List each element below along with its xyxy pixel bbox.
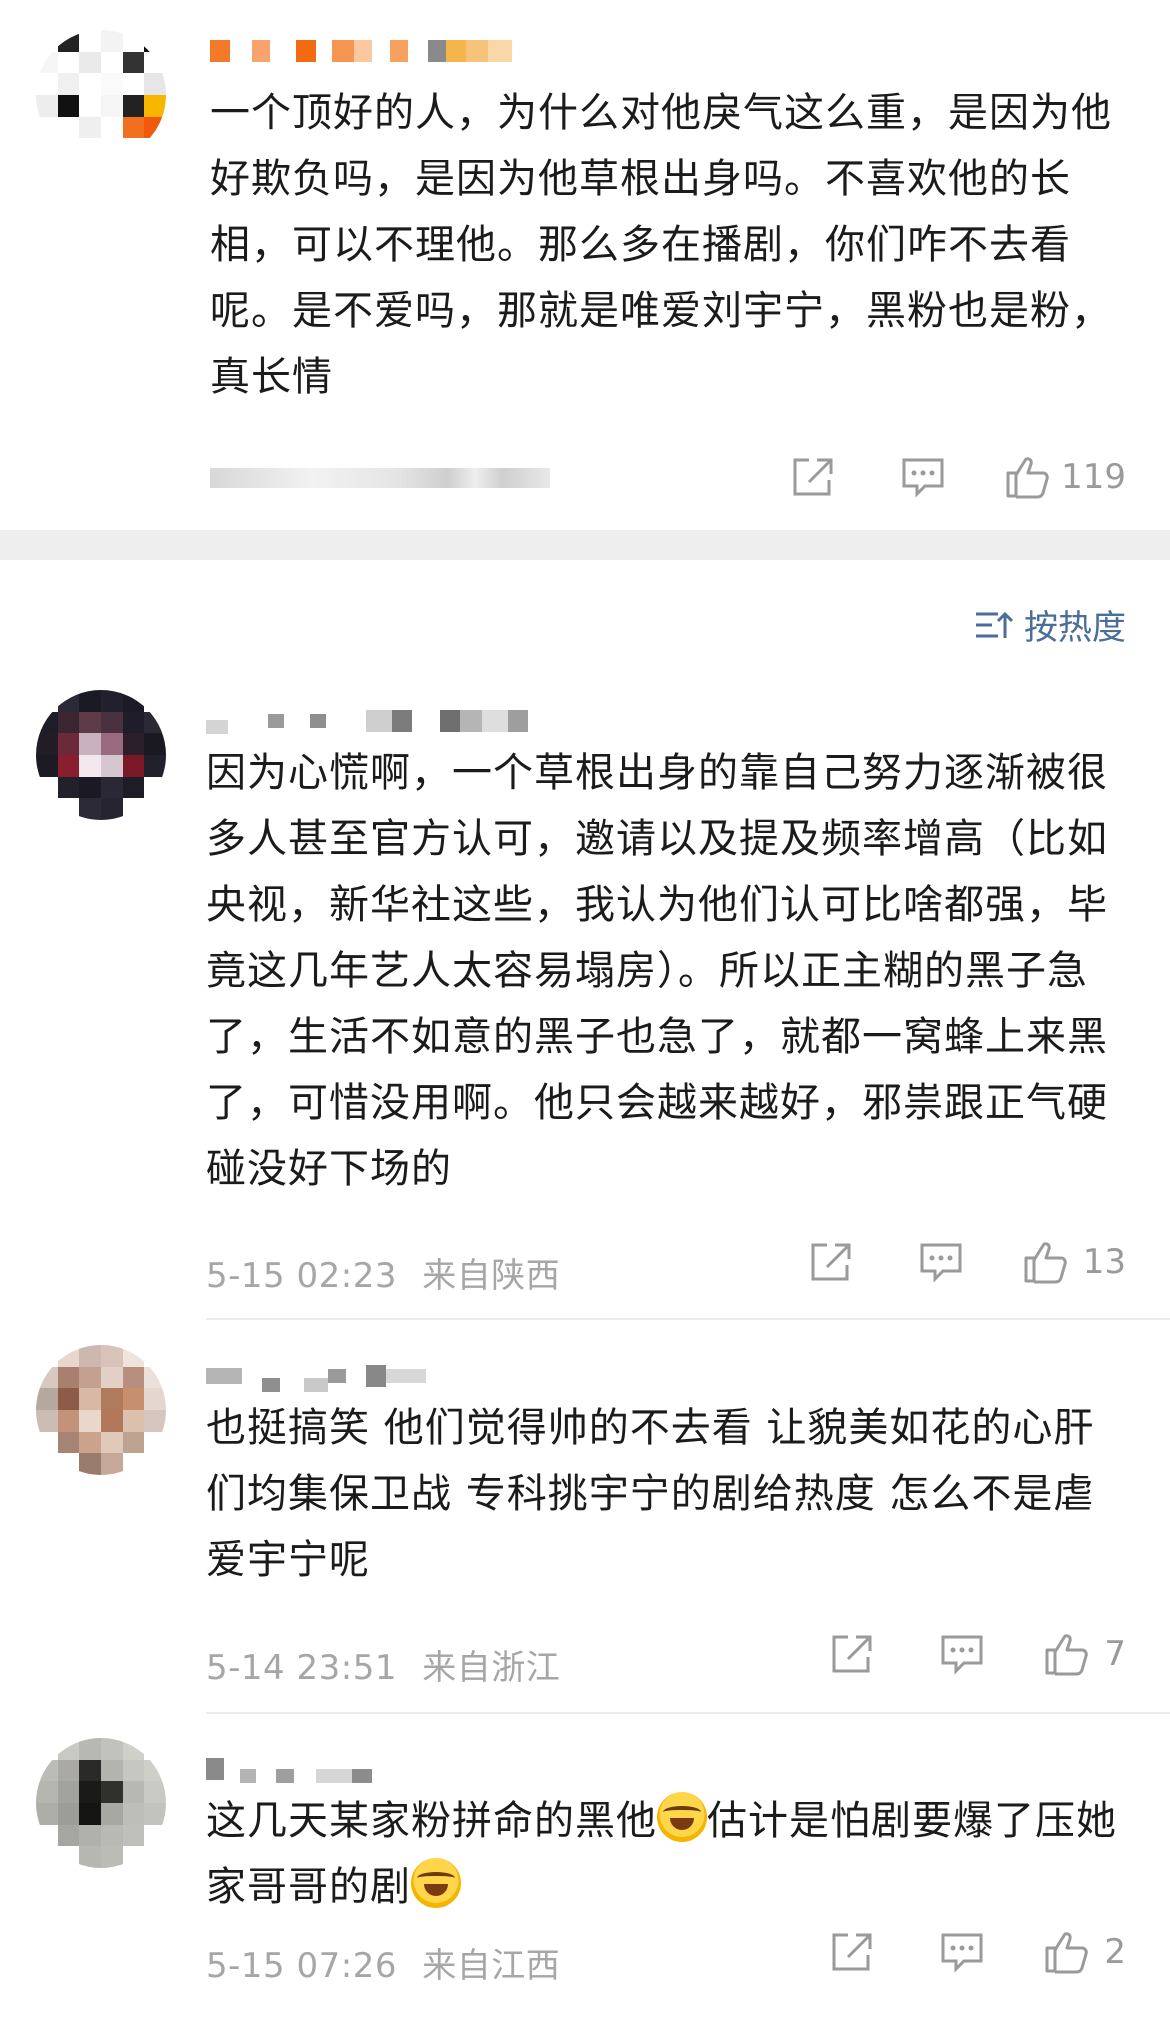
comment-icon: [902, 458, 944, 498]
reply-button[interactable]: [940, 1931, 984, 1973]
comment-item: 因为心慌啊，一个草根出身的靠自己努力逐渐被很多人甚至官方认可，邀请以及提及频率增…: [0, 690, 1170, 1296]
timestamp: 5-15 02:23: [206, 1256, 397, 1296]
comment-icon: [920, 1243, 962, 1283]
thumbs-up-icon: [1045, 1634, 1089, 1676]
location: 来自陕西: [422, 1256, 561, 1296]
username-redacted[interactable]: [210, 30, 1126, 72]
timestamp: 5-15 07:26: [206, 1946, 397, 1986]
timestamp-redacted: [210, 468, 550, 488]
username-redacted[interactable]: [206, 1748, 372, 1790]
comment-actions: 2: [830, 1930, 1126, 1974]
like-button[interactable]: 13: [1023, 1240, 1126, 1284]
comment-text: 也挺搞笑 他们觉得帅的不去看 让貌美如花的心肝们均集保卫战 专科挑宇宁的剧给热度…: [206, 1405, 1095, 1583]
comment-actions: 13: [809, 1240, 1126, 1284]
top-comment: 一个顶好的人，为什么对他戾气这么重，是因为他好欺负吗，是因为他草根出身吗。不喜欢…: [0, 0, 1170, 503]
comment-icon: [941, 1933, 983, 1973]
share-button[interactable]: [791, 456, 835, 498]
username-redacted[interactable]: [206, 1355, 426, 1397]
sort-toggle[interactable]: 按热度: [974, 600, 1126, 649]
reply-button[interactable]: [919, 1241, 963, 1283]
share-icon: [832, 1933, 872, 1971]
comment-meta: 5-15 02:23 来自陕西: [206, 1248, 560, 1297]
share-icon: [793, 458, 833, 496]
section-divider: [0, 530, 1170, 560]
comment-meta: 5-15 07:26 来自江西: [206, 1938, 560, 1987]
like-button[interactable]: 7: [1044, 1632, 1126, 1676]
top-actions: 119: [791, 455, 1126, 499]
share-button[interactable]: [809, 1241, 853, 1283]
thumbs-up-icon: [1045, 1932, 1089, 1974]
like-button[interactable]: 2: [1044, 1930, 1126, 1974]
avatar[interactable]: [36, 30, 166, 160]
avatar[interactable]: [36, 1345, 166, 1475]
share-icon: [832, 1635, 872, 1673]
comment-text: 因为心慌啊，一个草根出身的靠自己努力逐渐被很多人甚至官方认可，邀请以及提及频率增…: [206, 750, 1108, 1192]
location: 来自江西: [422, 1946, 561, 1986]
divider: [206, 1712, 1170, 1714]
laughing-tears-emoji: [411, 1858, 461, 1908]
share-button[interactable]: [830, 1931, 874, 1973]
timestamp: 5-14 23:51: [206, 1648, 397, 1688]
share-icon: [811, 1243, 851, 1281]
like-count: 7: [1104, 1634, 1126, 1674]
reply-button[interactable]: [901, 456, 945, 498]
avatar[interactable]: [36, 690, 166, 820]
reply-button[interactable]: [940, 1633, 984, 1675]
comment-item: 也挺搞笑 他们觉得帅的不去看 让貌美如花的心肝们均集保卫战 专科挑宇宁的剧给热度…: [0, 1345, 1170, 1705]
like-count: 13: [1082, 1242, 1126, 1282]
share-button[interactable]: [830, 1633, 874, 1675]
thumbs-up-icon: [1006, 457, 1049, 499]
comment-text-part: 这几天某家粉拼命的黑他: [206, 1798, 657, 1844]
divider: [206, 1318, 1170, 1320]
comment-item: 这几天某家粉拼命的黑他 估计是怕剧要爆了压她家哥哥的剧 5-15 07:26 来自…: [0, 1738, 1170, 2028]
location: 来自浙江: [422, 1648, 561, 1688]
sort-label: 按热度: [1024, 608, 1126, 648]
like-count: 119: [1061, 457, 1126, 497]
comment-actions: 7: [830, 1632, 1126, 1676]
thumbs-up-icon: [1024, 1242, 1067, 1284]
comment-text: 这几天某家粉拼命的黑他 估计是怕剧要爆了压她家哥哥的剧: [206, 1788, 1130, 1920]
comment-icon: [941, 1635, 983, 1675]
avatar[interactable]: [36, 1738, 166, 1868]
username-redacted[interactable]: [206, 700, 528, 742]
comment-text: 一个顶好的人，为什么对他戾气这么重，是因为他好欺负吗，是因为他草根出身吗。不喜欢…: [210, 90, 1112, 400]
sort-icon: [976, 611, 1014, 638]
laughing-tears-emoji: [657, 1792, 707, 1842]
like-count: 2: [1104, 1932, 1126, 1972]
comment-meta: 5-14 23:51 来自浙江: [206, 1640, 560, 1689]
like-button[interactable]: 119: [1005, 455, 1126, 499]
